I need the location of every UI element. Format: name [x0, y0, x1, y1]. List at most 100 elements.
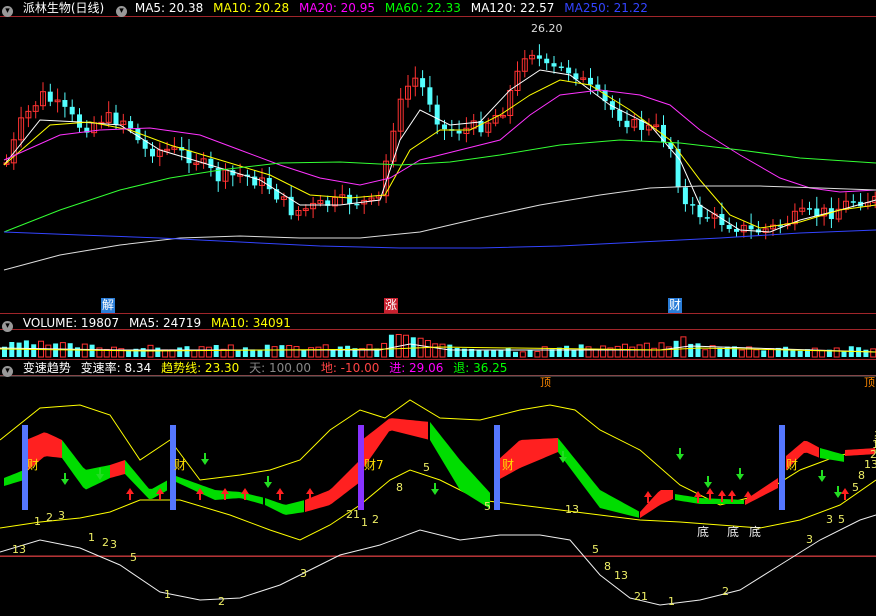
volume-bar	[388, 334, 394, 357]
candle-body	[807, 208, 812, 210]
volume-bar	[614, 345, 621, 358]
ma5-label: MA5: 20.38	[134, 1, 204, 15]
candle-body	[347, 194, 353, 204]
volume-bar	[227, 344, 234, 358]
ribbon-enter	[110, 460, 125, 478]
volume-bar	[315, 346, 322, 358]
candle-body	[704, 217, 710, 219]
candle-body	[47, 91, 53, 102]
ma10-line	[3, 79, 876, 229]
candle-body	[427, 87, 433, 105]
candle-body	[544, 58, 550, 64]
upper-sequence-number: 21	[346, 508, 360, 521]
candle-body	[536, 55, 542, 59]
candle-body	[748, 225, 754, 230]
up-arrow-icon	[126, 488, 134, 500]
upper-sequence-number: 5	[423, 461, 430, 474]
upper-sequence-number: 1	[361, 516, 368, 529]
cai-mark: 财	[174, 458, 187, 472]
exit-label: 退: 36.25	[453, 361, 508, 375]
volume-bar	[753, 349, 760, 358]
candle-body	[354, 203, 360, 206]
up-arrow-icon	[276, 488, 284, 500]
down-arrow-icon	[834, 486, 842, 498]
ma120-line	[3, 185, 876, 271]
enter-label: 进: 29.06	[389, 361, 444, 375]
volume-bar	[622, 343, 628, 358]
lower-sequence-number: 3	[806, 533, 813, 546]
volume-bar	[454, 347, 460, 357]
dropdown-chevron-icon[interactable]: ▾	[116, 6, 128, 17]
candle-body	[186, 150, 192, 164]
volume-bar	[833, 347, 840, 358]
volume-bar	[155, 347, 161, 357]
speed-rate-label: 变速率: 8.34	[80, 361, 152, 375]
top-mark: 顶	[864, 376, 875, 389]
lower-sequence-number: 8	[604, 560, 611, 573]
volume-bars	[0, 333, 876, 358]
upper-sequence-number: 1	[34, 515, 41, 528]
volume-bar	[257, 350, 263, 357]
candle-body	[814, 208, 820, 216]
volume-ma10-label: MA10: 34091	[211, 316, 291, 330]
lower-sequence-number: 1	[668, 595, 675, 608]
volume-bar	[513, 351, 518, 357]
volume-bar	[264, 344, 270, 357]
volume-bar	[410, 337, 416, 357]
collapse-toggle-icon[interactable]: ▾	[2, 366, 13, 377]
volume-bar	[738, 349, 745, 358]
candle-body	[62, 100, 68, 107]
volume-bar	[126, 350, 132, 357]
volume-bar	[198, 346, 205, 358]
event-marker-zhang[interactable]: 涨	[384, 298, 398, 313]
volume-bar	[45, 344, 52, 358]
candle-body	[150, 148, 155, 157]
upper-sequence-number: 2	[46, 511, 53, 524]
cai-mark: 财	[786, 458, 799, 472]
bottom-mark: 底	[749, 525, 762, 539]
volume-bar	[519, 351, 526, 358]
volume-bar	[308, 347, 315, 358]
ma20-line	[3, 89, 876, 193]
lower-sequence-number: 1	[164, 588, 171, 601]
moving-average-lines	[3, 69, 876, 271]
lower-sequence-number: 2	[722, 585, 729, 598]
candle-body	[77, 114, 82, 128]
ribbon-exit	[820, 448, 844, 462]
volume-ma5-label: MA5: 24719	[128, 316, 202, 330]
volume-bar	[790, 349, 796, 357]
collapse-toggle-icon[interactable]: ▾	[2, 6, 13, 17]
volume-bar	[439, 343, 446, 358]
volume-bar	[527, 350, 533, 357]
volume-bar	[301, 349, 307, 357]
indicator-name: 变速趋势	[22, 361, 71, 375]
price-legend: ▾ 派林生物(日线) ▾ MA5: 20.38 MA10: 20.28 MA20…	[0, 0, 654, 17]
volume-legend: ▾ VOLUME: 19807 MA5: 24719 MA10: 34091	[0, 315, 297, 332]
event-marker-cai[interactable]: 财	[668, 298, 682, 313]
ribbon-exit	[430, 422, 490, 509]
volume-bar	[279, 345, 285, 357]
collapse-toggle-icon[interactable]: ▾	[2, 321, 13, 332]
volume-bar	[177, 347, 183, 357]
volume-bar	[432, 343, 439, 358]
chart-canvas	[0, 16, 876, 606]
volume-label: VOLUME: 19807	[22, 316, 120, 330]
ma20-label: MA20: 20.95	[298, 1, 376, 15]
volume-bar	[811, 347, 818, 358]
ma60-label: MA60: 22.33	[384, 1, 461, 15]
candle-body	[420, 78, 426, 88]
candle-body	[135, 128, 141, 141]
volume-bar	[819, 349, 826, 358]
volume-bar	[585, 346, 592, 358]
stock-title: 派林生物(日线)	[22, 1, 105, 15]
volume-bar	[322, 344, 329, 358]
volume-bar	[870, 348, 876, 358]
volume-bar	[403, 334, 409, 358]
candle-body	[558, 66, 564, 69]
candle-body	[588, 77, 593, 85]
event-marker-jie[interactable]: 解	[101, 298, 115, 313]
upper-sequence-number: 5	[484, 500, 491, 513]
volume-bar	[702, 349, 709, 358]
ribbon-enter	[745, 478, 778, 505]
ribbon-enter	[305, 461, 359, 512]
